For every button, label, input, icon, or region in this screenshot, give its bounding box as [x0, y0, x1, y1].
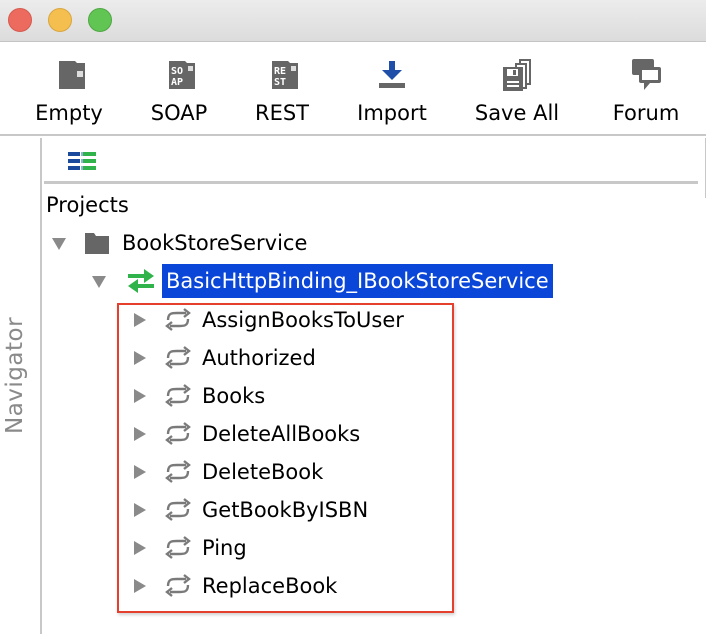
- navigator-tab[interactable]: Navigator: [2, 317, 28, 434]
- rest-project-button[interactable]: RE ST REST: [240, 43, 324, 136]
- interface-icon: [128, 269, 154, 293]
- operation-name: DeleteAllBooks: [202, 422, 361, 446]
- forum-icon: [632, 59, 661, 90]
- operation-icon: [165, 308, 191, 331]
- interface-name: BasicHttpBinding_IBookStoreService: [162, 264, 553, 298]
- chevron-right-icon[interactable]: [130, 463, 148, 481]
- close-window-button[interactable]: [8, 8, 32, 32]
- operation-icon: [165, 422, 191, 445]
- empty-project-label: Empty: [35, 101, 103, 125]
- navigator-tab-strip: Navigator: [0, 138, 42, 634]
- tree-row-operation[interactable]: DeleteAllBooks: [130, 417, 360, 451]
- list-view-icon[interactable]: [68, 151, 96, 171]
- operation-name: Ping: [202, 536, 247, 560]
- tree-row-interface[interactable]: BasicHttpBinding_IBookStoreService: [90, 264, 553, 298]
- import-button[interactable]: Import: [344, 43, 440, 136]
- operation-icon: [165, 346, 191, 369]
- operation-name: GetBookByISBN: [202, 498, 369, 522]
- tree-row-project[interactable]: BookStoreService: [50, 226, 307, 260]
- svg-text:RE: RE: [274, 66, 286, 77]
- rest-project-label: REST: [254, 101, 310, 125]
- soap-project-label: SOAP: [150, 101, 208, 125]
- empty-project-icon: [59, 61, 85, 89]
- forum-label: Forum: [612, 101, 680, 125]
- navigator-toolbar: [44, 138, 698, 184]
- rest-project-icon: RE ST: [272, 61, 298, 89]
- chevron-right-icon[interactable]: [130, 501, 148, 519]
- chevron-down-icon[interactable]: [90, 272, 108, 290]
- chevron-right-icon[interactable]: [130, 539, 148, 557]
- chevron-down-icon[interactable]: [50, 234, 68, 252]
- chevron-right-icon[interactable]: [130, 311, 148, 329]
- chevron-right-icon[interactable]: [130, 425, 148, 443]
- operation-icon: [165, 574, 191, 597]
- zoom-window-button[interactable]: [88, 8, 112, 32]
- soap-project-button[interactable]: SO AP SOAP: [134, 43, 224, 136]
- folder-icon: [85, 233, 109, 254]
- tree-row-operation[interactable]: GetBookByISBN: [130, 493, 368, 527]
- operation-name: AssignBooksToUser: [202, 308, 404, 332]
- main-toolbar: Empty SO AP SOAP RE ST REST Import Save …: [0, 43, 706, 136]
- tree-row-operation[interactable]: Books: [130, 379, 265, 413]
- import-icon: [379, 61, 405, 88]
- soap-project-icon: SO AP: [169, 61, 195, 89]
- chevron-right-icon[interactable]: [130, 349, 148, 367]
- minimize-window-button[interactable]: [48, 8, 72, 32]
- tree-row-operation[interactable]: Authorized: [130, 341, 316, 375]
- chevron-right-icon[interactable]: [130, 577, 148, 595]
- operation-name: DeleteBook: [202, 460, 324, 484]
- projects-root-label: Projects: [46, 193, 129, 217]
- operation-icon: [165, 536, 191, 559]
- tree-row-operation[interactable]: AssignBooksToUser: [130, 303, 404, 337]
- forum-button[interactable]: Forum: [598, 43, 694, 136]
- svg-text:AP: AP: [171, 77, 183, 88]
- chevron-right-icon[interactable]: [130, 387, 148, 405]
- operation-icon: [165, 384, 191, 407]
- import-label: Import: [357, 101, 427, 125]
- svg-text:SO: SO: [171, 66, 183, 77]
- project-name: BookStoreService: [122, 231, 308, 255]
- tree-row-operation[interactable]: DeleteBook: [130, 455, 323, 489]
- save-all-label: Save All: [474, 101, 560, 125]
- operation-name: Books: [202, 384, 266, 408]
- save-all-icon: [503, 59, 531, 91]
- operation-name: ReplaceBook: [202, 574, 338, 598]
- operation-icon: [165, 460, 191, 483]
- save-all-button[interactable]: Save All: [466, 43, 568, 136]
- tree-row-operation[interactable]: ReplaceBook: [130, 569, 337, 603]
- window-titlebar: [0, 0, 706, 42]
- empty-project-button[interactable]: Empty: [22, 43, 116, 136]
- operation-name: Authorized: [202, 346, 316, 370]
- svg-text:ST: ST: [274, 77, 286, 88]
- operation-icon: [165, 498, 191, 521]
- tree-row-operation[interactable]: Ping: [130, 531, 247, 565]
